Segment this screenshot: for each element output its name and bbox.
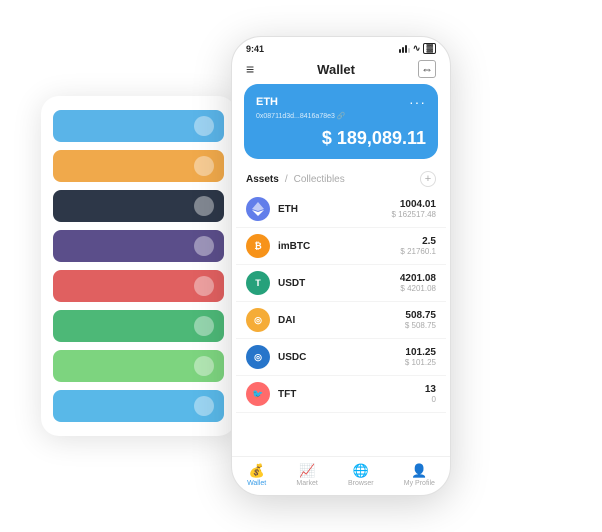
imbtc-amount: 2.5 [400,236,436,247]
profile-nav-icon: 👤 [411,463,427,479]
bg-row-8 [53,390,224,422]
usdc-usd: $ 101.25 [405,358,436,367]
usdt-amounts: 4201.08 $ 4201.08 [400,273,436,293]
battery-icon: ▓ [423,43,436,54]
browser-nav-icon: 🌐 [353,463,369,479]
nav-wallet[interactable]: 💰 Wallet [247,463,266,487]
assets-header: Assets / Collectibles + [232,167,450,191]
usdt-name: USDT [278,278,400,289]
usdt-icon: T [246,271,270,295]
asset-row-usdc[interactable]: ◎ USDC 101.25 $ 101.25 [236,339,446,376]
tft-amounts: 13 0 [425,384,436,404]
tft-icon: 🐦 [246,382,270,406]
tab-separator: / [285,174,288,185]
dai-amounts: 508.75 $ 508.75 [405,310,436,330]
dai-usd: $ 508.75 [405,321,436,330]
eth-card[interactable]: ETH ··· 0x08711d3d...8416a78e3 🔗 $ 189,0… [244,84,438,159]
scan-icon[interactable]: ⇔ [418,60,436,78]
background-card [41,96,236,436]
imbtc-usd: $ 21760.1 [400,247,436,256]
status-bar: 9:41 ∿ ▓ [232,37,450,56]
wifi-icon: ∿ [413,43,421,54]
bg-row-1 [53,110,224,142]
eth-amount: 1004.01 [392,199,437,210]
imbtc-name: imBTC [278,241,400,252]
menu-icon[interactable]: ≡ [246,61,254,77]
app-header: ≡ Wallet ⇔ [232,56,450,84]
usdt-usd: $ 4201.08 [400,284,436,293]
add-asset-button[interactable]: + [420,171,436,187]
nav-wallet-label: Wallet [247,480,266,487]
status-time: 9:41 [246,44,264,54]
eth-card-balance: $ 189,089.11 [256,128,426,149]
nav-market-label: Market [296,480,317,487]
eth-icon [246,197,270,221]
market-nav-icon: 📈 [299,463,315,479]
bg-row-4 [53,230,224,262]
eth-amounts: 1004.01 $ 162517.48 [392,199,437,219]
dai-name: DAI [278,315,405,326]
usdt-amount: 4201.08 [400,273,436,284]
bg-row-5 [53,270,224,302]
bg-row-3 [53,190,224,222]
page-title: Wallet [317,62,355,77]
tft-amount: 13 [425,384,436,395]
nav-profile[interactable]: 👤 My Profile [404,463,435,487]
scene: 9:41 ∿ ▓ ≡ Wallet ⇔ [11,11,591,521]
tab-collectibles[interactable]: Collectibles [294,174,345,185]
usdc-name: USDC [278,352,405,363]
asset-row-tft[interactable]: 🐦 TFT 13 0 [236,376,446,413]
bottom-nav: 💰 Wallet 📈 Market 🌐 Browser 👤 My Profile [232,456,450,495]
imbtc-icon: ₿ [246,234,270,258]
bg-row-7 [53,350,224,382]
asset-list: ETH 1004.01 $ 162517.48 ₿ imBTC 2.5 $ 21… [232,191,450,456]
assets-tabs: Assets / Collectibles [246,174,345,185]
imbtc-amounts: 2.5 $ 21760.1 [400,236,436,256]
eth-usd: $ 162517.48 [392,210,437,219]
eth-name: ETH [278,204,392,215]
bg-row-6 [53,310,224,342]
usdc-amount: 101.25 [405,347,436,358]
asset-row-imbtc[interactable]: ₿ imBTC 2.5 $ 21760.1 [236,228,446,265]
signal-icon [399,45,410,53]
nav-market[interactable]: 📈 Market [296,463,317,487]
nav-profile-label: My Profile [404,480,435,487]
dai-amount: 508.75 [405,310,436,321]
tft-name: TFT [278,389,425,400]
asset-row-usdt[interactable]: T USDT 4201.08 $ 4201.08 [236,265,446,302]
phone-frame: 9:41 ∿ ▓ ≡ Wallet ⇔ [231,36,451,496]
usdc-amounts: 101.25 $ 101.25 [405,347,436,367]
status-icons: ∿ ▓ [399,43,436,54]
tab-assets[interactable]: Assets [246,174,279,185]
nav-browser-label: Browser [348,480,374,487]
bg-row-2 [53,150,224,182]
tft-usd: 0 [425,395,436,404]
wallet-nav-icon: 💰 [249,463,265,479]
nav-browser[interactable]: 🌐 Browser [348,463,374,487]
asset-row-dai[interactable]: ◎ DAI 508.75 $ 508.75 [236,302,446,339]
usdc-icon: ◎ [246,345,270,369]
eth-card-menu[interactable]: ··· [409,94,426,110]
dai-icon: ◎ [246,308,270,332]
eth-card-title: ETH [256,96,278,108]
asset-row-eth[interactable]: ETH 1004.01 $ 162517.48 [236,191,446,228]
eth-card-address: 0x08711d3d...8416a78e3 🔗 [256,112,426,120]
